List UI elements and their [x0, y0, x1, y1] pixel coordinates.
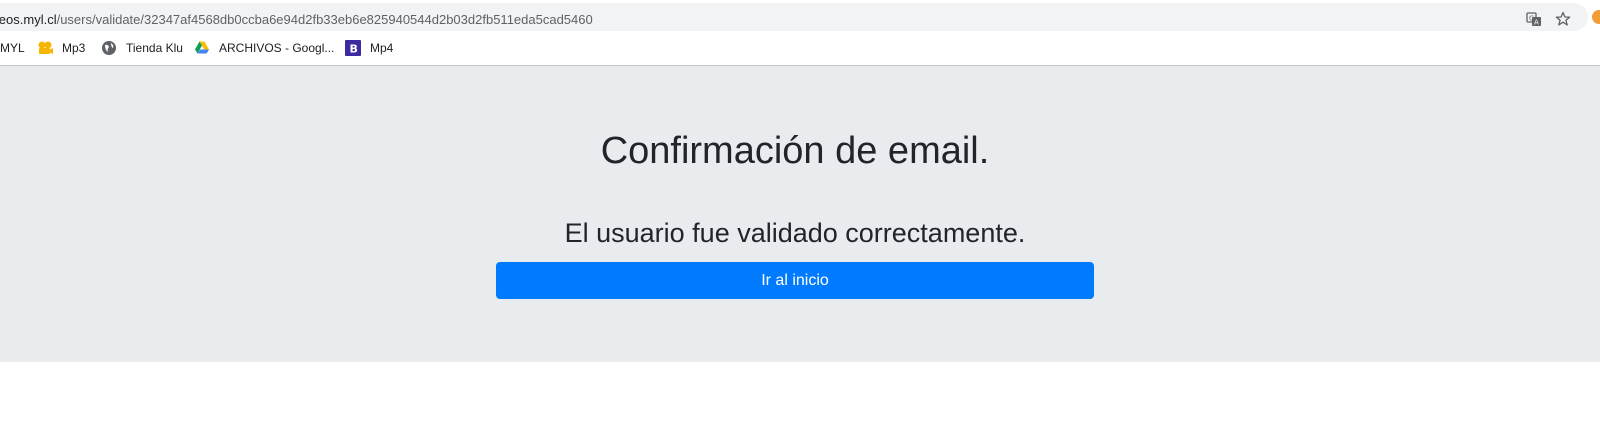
svg-text:A: A — [1534, 19, 1539, 27]
google-drive-icon — [194, 40, 210, 56]
page-title: Confirmación de email. — [600, 130, 990, 172]
globe-icon — [101, 40, 117, 56]
bookmark-tienda-klu[interactable]: Tienda Klu — [101, 39, 183, 57]
translate-icon[interactable]: G A — [1526, 11, 1542, 27]
bookmark-mp4[interactable]: B Mp4 — [345, 39, 393, 57]
bookmark-label: Mp4 — [370, 41, 394, 55]
bookmark-label: MYL — [0, 41, 25, 55]
bookmark-label: Tienda Klu — [126, 41, 183, 55]
bookmark-label: ARCHIVOS - Googl... — [219, 41, 335, 55]
bookmark-mp3[interactable]: Mp3 — [37, 39, 85, 57]
svg-text:B: B — [350, 43, 358, 56]
bookmark-archivos-google[interactable]: ARCHIVOS - Googl... — [194, 39, 334, 57]
film-reel-icon — [37, 40, 53, 56]
go-home-button[interactable]: Ir al inicio — [496, 262, 1094, 299]
profile-avatar[interactable] — [1592, 10, 1600, 24]
bookmark-myl[interactable]: MYL — [0, 39, 25, 57]
url-domain: orneos.myl.cl — [0, 12, 57, 27]
bookmark-label: Mp3 — [62, 41, 86, 55]
bookmarks-bar: MYL Mp3 Tienda Klu ARCHIVOS - Googl... B… — [0, 36, 1600, 60]
confirmation-panel: Confirmación de email. El usuario fue va… — [0, 66, 1600, 362]
browser-chrome: orneos.myl.cl/users/validate/32347af4568… — [0, 0, 1600, 66]
letter-b-icon: B — [345, 40, 361, 56]
validation-message: El usuario fue validado correctamente. — [564, 218, 1026, 248]
url-text[interactable]: orneos.myl.cl/users/validate/32347af4568… — [0, 12, 593, 27]
star-icon[interactable] — [1555, 11, 1571, 27]
url-path: /users/validate/32347af4568db0ccba6e94d2… — [56, 12, 593, 27]
address-bar[interactable]: orneos.myl.cl/users/validate/32347af4568… — [0, 3, 1588, 31]
